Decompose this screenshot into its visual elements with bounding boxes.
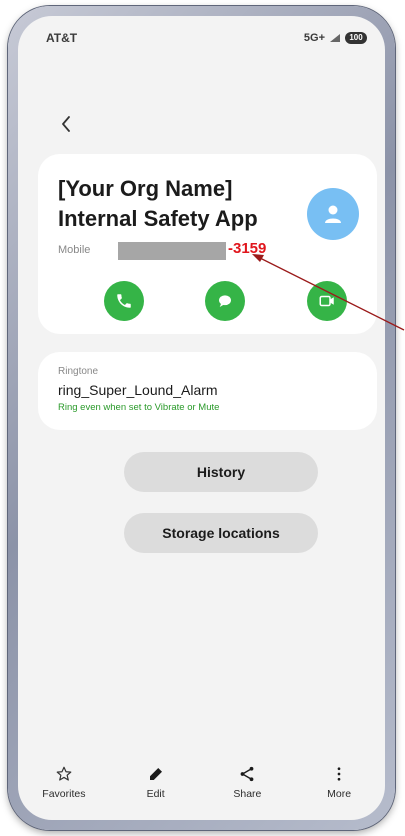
annotation-arrow bbox=[252, 254, 405, 331]
